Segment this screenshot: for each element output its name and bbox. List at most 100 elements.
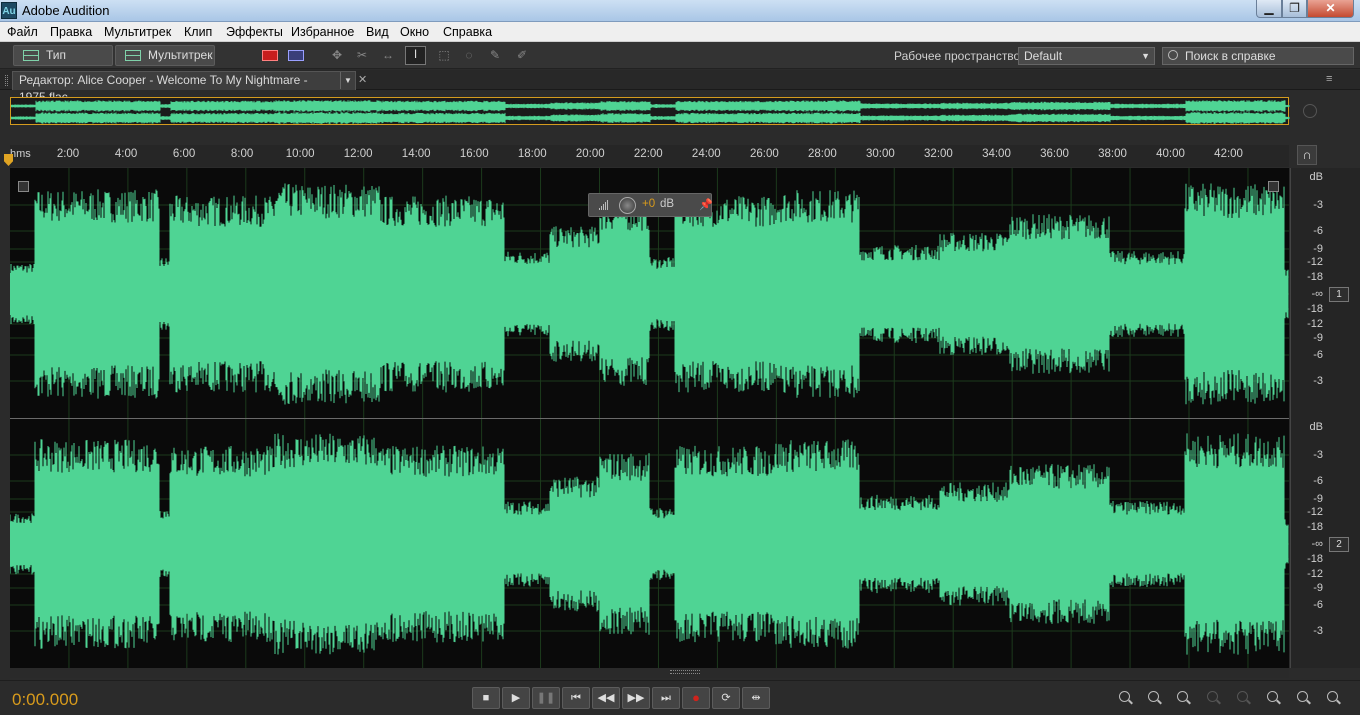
- ruler-tick-label: 2:00: [56, 148, 80, 160]
- db-label: -∞: [1311, 288, 1323, 300]
- slip-tool-icon[interactable]: ↔: [380, 48, 396, 62]
- menu-edit[interactable]: Правка: [50, 25, 92, 39]
- menu-effects[interactable]: Эффекты: [226, 25, 283, 39]
- spectral-frequency-icon[interactable]: [262, 50, 278, 61]
- db-header-2: dB: [1309, 421, 1323, 433]
- transport-bar: 0:00.000 ■ ▶ ❚❚ ⏮ ◀◀ ▶▶ ⏭ ● ⟳ ⇹: [0, 680, 1360, 715]
- stop-button[interactable]: ■: [472, 687, 500, 709]
- db-label: -9: [1313, 332, 1323, 344]
- overview-waveform: [11, 100, 1290, 124]
- channel-badge-1[interactable]: 1: [1329, 287, 1349, 302]
- waveform-view-button[interactable]: Тип сигнала: [13, 45, 113, 81]
- pin-icon[interactable]: 📌: [699, 198, 713, 211]
- volume-hud[interactable]: +0 dB 📌: [588, 193, 713, 217]
- panel-menu-icon[interactable]: ≡: [1326, 73, 1332, 85]
- db-label: -9: [1313, 493, 1323, 505]
- workspace-label: Рабочее пространство:: [894, 49, 1024, 63]
- menu-file[interactable]: Файл: [7, 25, 38, 39]
- db-label: -3: [1313, 449, 1323, 461]
- ruler-tick-label: 6:00: [172, 148, 196, 160]
- zoom-in-amplitude-icon[interactable]: [1116, 690, 1136, 708]
- db-label: -3: [1313, 375, 1323, 387]
- fast-forward-button[interactable]: ▶▶: [622, 687, 650, 709]
- rewind-button[interactable]: ◀◀: [592, 687, 620, 709]
- zoom-navigator-icon[interactable]: [1303, 104, 1317, 118]
- zoom-out-amplitude-icon[interactable]: [1145, 690, 1165, 708]
- volume-knob[interactable]: [619, 197, 636, 214]
- ruler-tick-label: 30:00: [866, 148, 895, 160]
- title-bar: Au Adobe Audition ▁ ❐ ✕: [0, 0, 1360, 22]
- spot-healing-tool-icon[interactable]: ✐: [514, 48, 530, 62]
- timecode[interactable]: 0:00.000: [12, 690, 78, 710]
- volume-value[interactable]: +0: [642, 198, 655, 210]
- zoom-in-time-icon[interactable]: [1174, 690, 1194, 708]
- db-label: -18: [1307, 553, 1323, 565]
- brush-tool-icon[interactable]: ✎: [487, 48, 503, 62]
- ruler-tick-label: 16:00: [459, 148, 489, 160]
- chevron-down-icon[interactable]: ▼: [340, 72, 355, 89]
- move-tool-icon[interactable]: ✥: [329, 48, 345, 62]
- menu-favorites[interactable]: Избранное: [291, 25, 354, 39]
- ruler-unit: hms: [10, 148, 31, 160]
- db-header-1: dB: [1309, 171, 1323, 183]
- record-button[interactable]: ●: [682, 687, 710, 709]
- lasso-tool-icon[interactable]: ◌: [461, 48, 477, 62]
- zoom-in-point-icon[interactable]: [1264, 690, 1284, 708]
- level-meter-icon: [599, 200, 608, 210]
- multitrack-view-button[interactable]: Мультитрек: [115, 45, 215, 66]
- menu-window[interactable]: Окно: [400, 25, 429, 39]
- db-label: -6: [1313, 349, 1323, 361]
- overview-navigator[interactable]: [10, 97, 1290, 125]
- menu-view[interactable]: Вид: [366, 25, 389, 39]
- panel-grip-icon[interactable]: [5, 75, 8, 86]
- zoom-out-full-icon[interactable]: [1234, 690, 1254, 708]
- db-label: -12: [1307, 318, 1323, 330]
- collapse-corner-icon[interactable]: [18, 181, 29, 192]
- db-label: -12: [1307, 256, 1323, 268]
- menu-clip[interactable]: Клип: [184, 25, 212, 39]
- timeline-ruler[interactable]: hms 2:00 4:00 6:00 8:00 10:00 12:00 14:00 16:00…: [10, 145, 1289, 167]
- help-search-input[interactable]: Поиск в справке: [1162, 47, 1354, 65]
- menu-multitrack[interactable]: Мультитрек: [104, 25, 171, 39]
- db-label: -3: [1313, 625, 1323, 637]
- maximize-button[interactable]: ❐: [1282, 0, 1307, 18]
- expand-corner-icon[interactable]: [1268, 181, 1279, 192]
- skip-selection-button[interactable]: ⇹: [742, 687, 770, 709]
- chevron-down-icon: ▼: [1141, 51, 1150, 61]
- pause-button[interactable]: ❚❚: [532, 687, 560, 709]
- menu-help[interactable]: Справка: [443, 25, 492, 39]
- window-title: Adobe Audition: [22, 3, 110, 18]
- channel-badge-2[interactable]: 2: [1329, 537, 1349, 552]
- db-label: -∞: [1311, 538, 1323, 550]
- zoom-out-time-icon[interactable]: [1204, 690, 1224, 708]
- razor-tool-icon[interactable]: ✂: [354, 48, 370, 62]
- db-label: -6: [1313, 225, 1323, 237]
- play-button[interactable]: ▶: [502, 687, 530, 709]
- zoom-selection-icon[interactable]: [1294, 690, 1314, 708]
- close-button[interactable]: ✕: [1307, 0, 1354, 18]
- workspace-select[interactable]: Default ▼: [1018, 47, 1155, 65]
- go-to-end-button[interactable]: ⏭: [652, 687, 680, 709]
- editor-tab[interactable]: Редактор: Alice Cooper - Welcome To My N…: [12, 71, 356, 104]
- zoom-out-point-icon[interactable]: [1324, 690, 1344, 708]
- go-to-start-button[interactable]: ⏮: [562, 687, 590, 709]
- waveform-channel-2: [10, 433, 1289, 655]
- ruler-tick-label: 18:00: [517, 148, 547, 160]
- time-selection-tool-icon[interactable]: I: [405, 46, 426, 65]
- scroll-grip[interactable]: [670, 670, 700, 674]
- db-label: -6: [1313, 475, 1323, 487]
- db-scale: dB dB 1 2 -3 -6 -9 -12 -18 -∞ -18 -12 -9 -6 -3 -3 -6…: [1290, 168, 1360, 668]
- db-label: -12: [1307, 506, 1323, 518]
- db-label: -18: [1307, 303, 1323, 315]
- ruler-tick-label: 34:00: [982, 148, 1011, 160]
- marquee-tool-icon[interactable]: ⬚: [436, 48, 452, 62]
- multitrack-view-label: Мультитрек: [148, 48, 213, 62]
- close-icon[interactable]: ✕: [358, 73, 367, 86]
- loop-button[interactable]: ⟳: [712, 687, 740, 709]
- spectral-pitch-icon[interactable]: [288, 50, 304, 61]
- minimize-button[interactable]: ▁: [1256, 0, 1282, 18]
- db-label: -3: [1313, 199, 1323, 211]
- channel-divider: [10, 418, 1289, 419]
- horizontal-scrollbar[interactable]: [10, 668, 1289, 678]
- snap-icon[interactable]: ∩: [1297, 145, 1317, 165]
